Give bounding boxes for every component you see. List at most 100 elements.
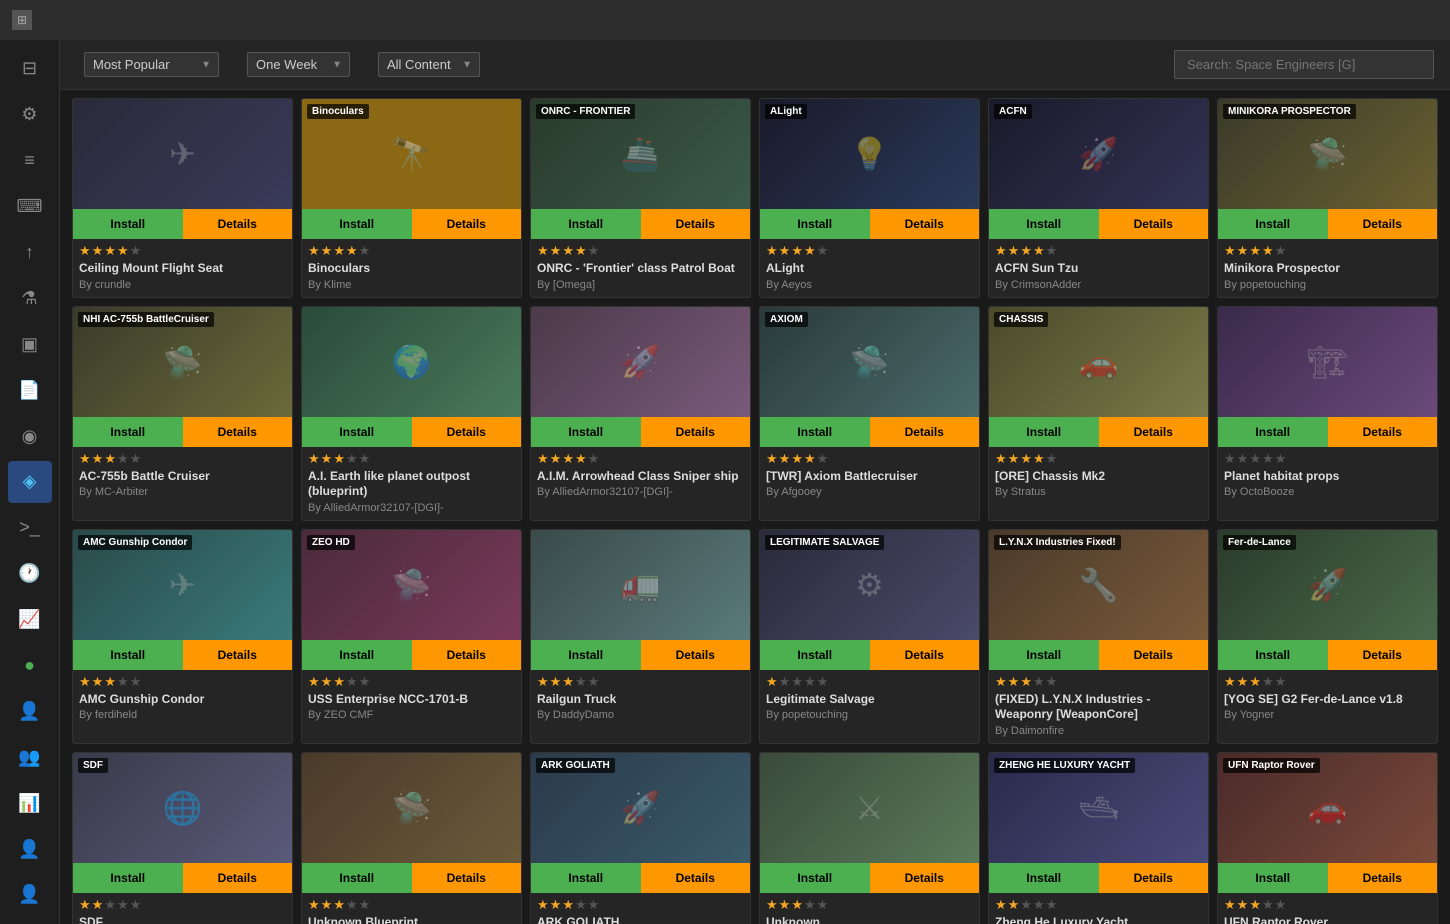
details-button[interactable]: Details [412, 640, 522, 670]
install-button[interactable]: Install [760, 863, 870, 893]
sidebar-item-file[interactable]: 📄 [8, 369, 52, 411]
sidebar-item-gamepad[interactable]: ◈ [8, 461, 52, 503]
card-item[interactable]: 🏗 Install Details ★★★★★ Planet habitat p… [1217, 306, 1438, 521]
card-item[interactable]: UFN Raptor Rover 🚗 Install Details ★★★★★… [1217, 752, 1438, 924]
card-item[interactable]: Binoculars 🔭 Install Details ★★★★★ Binoc… [301, 98, 522, 298]
sidebar-item-folder[interactable]: ▣ [8, 323, 52, 365]
install-button[interactable]: Install [989, 209, 1099, 239]
install-button[interactable]: Install [1218, 640, 1328, 670]
card-item[interactable]: ⚔ Install Details ★★★★★ Unknown By unkno… [759, 752, 980, 924]
card-item[interactable]: Fer-de-Lance 🚀 Install Details ★★★★★ [YO… [1217, 529, 1438, 744]
period-select-wrapper[interactable]: One Week One Month All Time [247, 52, 350, 77]
card-item[interactable]: 🚛 Install Details ★★★★★ Railgun Truck By… [530, 529, 751, 744]
details-button[interactable]: Details [870, 863, 980, 893]
card-item[interactable]: ONRC - FRONTIER 🚢 Install Details ★★★★★ … [530, 98, 751, 298]
card-item[interactable]: NHI AC-755b BattleCruiser 🛸 Install Deta… [72, 306, 293, 521]
sidebar-item-settings[interactable]: ⚙ [8, 94, 52, 136]
install-button[interactable]: Install [1218, 417, 1328, 447]
install-button[interactable]: Install [531, 640, 641, 670]
card-item[interactable]: CHASSIS 🚗 Install Details ★★★★★ [ORE] Ch… [988, 306, 1209, 521]
card-item[interactable]: MINIKORA PROSPECTOR 🛸 Install Details ★★… [1217, 98, 1438, 298]
search-input[interactable] [1174, 50, 1434, 79]
sidebar-item-person3[interactable]: 👤 [8, 828, 52, 870]
details-button[interactable]: Details [641, 640, 751, 670]
card-item[interactable]: 🌍 Install Details ★★★★★ A.I. Earth like … [301, 306, 522, 521]
install-button[interactable]: Install [760, 640, 870, 670]
details-button[interactable]: Details [412, 417, 522, 447]
sidebar-item-analytics[interactable]: 📊 [8, 782, 52, 824]
sidebar-item-person4[interactable]: 👤 [8, 874, 52, 916]
card-item[interactable]: L.Y.N.X Industries Fixed! 🔧 Install Deta… [988, 529, 1209, 744]
details-button[interactable]: Details [1099, 417, 1209, 447]
sidebar-item-sliders[interactable]: ≡ [8, 140, 52, 182]
card-item[interactable]: ✈ Install Details ★★★★★ Ceiling Mount Fl… [72, 98, 293, 298]
details-button[interactable]: Details [641, 209, 751, 239]
sidebar-item-cloud[interactable]: ↑ [8, 232, 52, 274]
details-button[interactable]: Details [1328, 417, 1438, 447]
install-button[interactable]: Install [302, 417, 412, 447]
card-item[interactable]: SDF 🌐 Install Details ★★★★★ SDF By unkno… [72, 752, 293, 924]
sort-select[interactable]: Most Popular Most Recent Most Subscribed [84, 52, 219, 77]
install-button[interactable]: Install [989, 640, 1099, 670]
details-button[interactable]: Details [1099, 640, 1209, 670]
card-item[interactable]: ZHENG HE LUXURY YACHT 🛥 Install Details … [988, 752, 1209, 924]
install-button[interactable]: Install [73, 863, 183, 893]
install-button[interactable]: Install [302, 863, 412, 893]
card-item[interactable]: 🛸 Install Details ★★★★★ Unknown Blueprin… [301, 752, 522, 924]
install-button[interactable]: Install [73, 209, 183, 239]
details-button[interactable]: Details [1328, 640, 1438, 670]
details-button[interactable]: Details [183, 209, 293, 239]
details-button[interactable]: Details [641, 863, 751, 893]
install-button[interactable]: Install [989, 863, 1099, 893]
install-button[interactable]: Install [531, 863, 641, 893]
install-button[interactable]: Install [302, 209, 412, 239]
card-item[interactable]: LEGITIMATE SALVAGE ⚙ Install Details ★★★… [759, 529, 980, 744]
details-button[interactable]: Details [1099, 209, 1209, 239]
card-item[interactable]: 🚀 Install Details ★★★★★ A.I.M. Arrowhead… [530, 306, 751, 521]
content-type-select[interactable]: All Content Mods Blueprints Scripts Worl… [378, 52, 480, 77]
details-button[interactable]: Details [870, 640, 980, 670]
install-button[interactable]: Install [531, 417, 641, 447]
card-item[interactable]: ZEO HD 🛸 Install Details ★★★★★ USS Enter… [301, 529, 522, 744]
details-button[interactable]: Details [183, 640, 293, 670]
details-button[interactable]: Details [870, 209, 980, 239]
details-button[interactable]: Details [870, 417, 980, 447]
details-button[interactable]: Details [183, 863, 293, 893]
details-button[interactable]: Details [1328, 209, 1438, 239]
content-type-select-wrapper[interactable]: All Content Mods Blueprints Scripts Worl… [378, 52, 480, 77]
sidebar-item-flask[interactable]: ⚗ [8, 277, 52, 319]
details-button[interactable]: Details [412, 863, 522, 893]
install-button[interactable]: Install [1218, 863, 1328, 893]
install-button[interactable]: Install [73, 640, 183, 670]
install-button[interactable]: Install [73, 417, 183, 447]
details-button[interactable]: Details [1099, 863, 1209, 893]
install-button[interactable]: Install [531, 209, 641, 239]
install-button[interactable]: Install [989, 417, 1099, 447]
install-button[interactable]: Install [302, 640, 412, 670]
install-button[interactable]: Install [1218, 209, 1328, 239]
card-overlay-label: ZHENG HE LUXURY YACHT [994, 758, 1135, 773]
card-item[interactable]: ARK GOLIATH 🚀 Install Details ★★★★★ ARK … [530, 752, 751, 924]
install-button[interactable]: Install [760, 417, 870, 447]
sidebar-item-keyboard[interactable]: ⌨ [8, 186, 52, 228]
sidebar-item-status[interactable]: ● [8, 645, 52, 687]
sidebar-item-clock[interactable]: 🕐 [8, 553, 52, 595]
sidebar-item-toggle[interactable]: ⊟ [8, 48, 52, 90]
details-button[interactable]: Details [183, 417, 293, 447]
install-button[interactable]: Install [760, 209, 870, 239]
sidebar-item-person2[interactable]: 👥 [8, 736, 52, 778]
card-item[interactable]: AMC Gunship Condor ✈ Install Details ★★★… [72, 529, 293, 744]
sidebar-item-person1[interactable]: 👤 [8, 690, 52, 732]
card-item[interactable]: ACFN 🚀 Install Details ★★★★★ ACFN Sun Tz… [988, 98, 1209, 298]
sidebar-item-camera[interactable]: ◉ [8, 415, 52, 457]
card-item[interactable]: ALight 💡 Install Details ★★★★★ ALight By… [759, 98, 980, 298]
sort-select-wrapper[interactable]: Most Popular Most Recent Most Subscribed [84, 52, 219, 77]
card-buttons: Install Details [531, 209, 750, 239]
details-button[interactable]: Details [1328, 863, 1438, 893]
card-item[interactable]: AXIOM 🛸 Install Details ★★★★★ [TWR] Axio… [759, 306, 980, 521]
sidebar-item-chart[interactable]: 📈 [8, 599, 52, 641]
details-button[interactable]: Details [412, 209, 522, 239]
sidebar-item-terminal[interactable]: >_ [8, 507, 52, 549]
details-button[interactable]: Details [641, 417, 751, 447]
period-select[interactable]: One Week One Month All Time [247, 52, 350, 77]
